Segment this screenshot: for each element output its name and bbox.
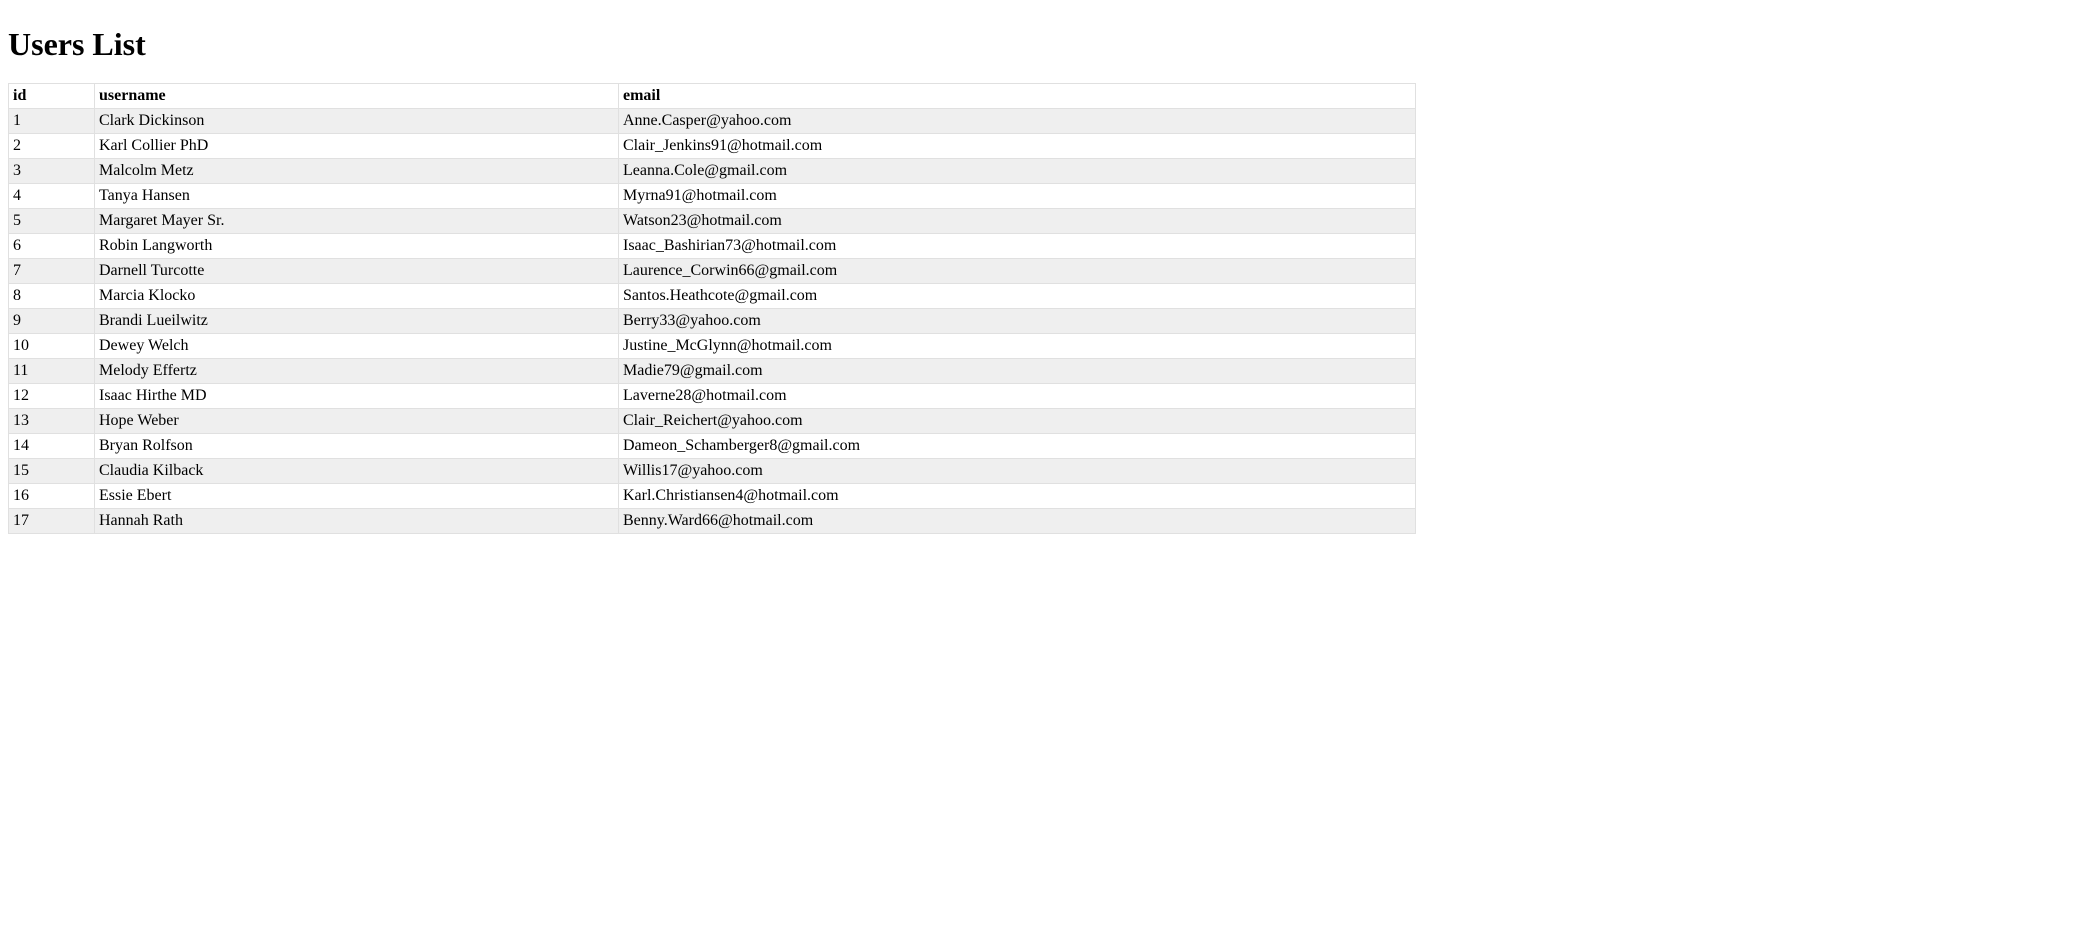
table-row: 12Isaac Hirthe MDLaverne28@hotmail.com bbox=[9, 384, 1416, 409]
cell-id: 5 bbox=[9, 209, 95, 234]
table-row: 10Dewey WelchJustine_McGlynn@hotmail.com bbox=[9, 334, 1416, 359]
page-title: Users List bbox=[8, 26, 2074, 63]
cell-email: Clair_Reichert@yahoo.com bbox=[619, 409, 1416, 434]
column-header-username: username bbox=[95, 84, 619, 109]
cell-username: Clark Dickinson bbox=[95, 109, 619, 134]
cell-id: 15 bbox=[9, 459, 95, 484]
cell-email: Dameon_Schamberger8@gmail.com bbox=[619, 434, 1416, 459]
cell-id: 11 bbox=[9, 359, 95, 384]
cell-username: Marcia Klocko bbox=[95, 284, 619, 309]
table-row: 7Darnell TurcotteLaurence_Corwin66@gmail… bbox=[9, 259, 1416, 284]
table-row: 3Malcolm MetzLeanna.Cole@gmail.com bbox=[9, 159, 1416, 184]
cell-id: 12 bbox=[9, 384, 95, 409]
cell-username: Robin Langworth bbox=[95, 234, 619, 259]
cell-id: 16 bbox=[9, 484, 95, 509]
cell-id: 10 bbox=[9, 334, 95, 359]
table-row: 13Hope WeberClair_Reichert@yahoo.com bbox=[9, 409, 1416, 434]
cell-email: Santos.Heathcote@gmail.com bbox=[619, 284, 1416, 309]
cell-email: Justine_McGlynn@hotmail.com bbox=[619, 334, 1416, 359]
cell-email: Willis17@yahoo.com bbox=[619, 459, 1416, 484]
cell-email: Clair_Jenkins91@hotmail.com bbox=[619, 134, 1416, 159]
table-row: 17Hannah RathBenny.Ward66@hotmail.com bbox=[9, 509, 1416, 534]
cell-username: Claudia Kilback bbox=[95, 459, 619, 484]
cell-username: Isaac Hirthe MD bbox=[95, 384, 619, 409]
cell-username: Dewey Welch bbox=[95, 334, 619, 359]
cell-username: Hope Weber bbox=[95, 409, 619, 434]
cell-email: Myrna91@hotmail.com bbox=[619, 184, 1416, 209]
cell-email: Madie79@gmail.com bbox=[619, 359, 1416, 384]
table-header-row: id username email bbox=[9, 84, 1416, 109]
table-row: 16Essie EbertKarl.Christiansen4@hotmail.… bbox=[9, 484, 1416, 509]
table-row: 11Melody EffertzMadie79@gmail.com bbox=[9, 359, 1416, 384]
cell-email: Laurence_Corwin66@gmail.com bbox=[619, 259, 1416, 284]
cell-email: Isaac_Bashirian73@hotmail.com bbox=[619, 234, 1416, 259]
cell-id: 9 bbox=[9, 309, 95, 334]
cell-id: 17 bbox=[9, 509, 95, 534]
table-row: 9Brandi LueilwitzBerry33@yahoo.com bbox=[9, 309, 1416, 334]
table-row: 6Robin LangworthIsaac_Bashirian73@hotmai… bbox=[9, 234, 1416, 259]
cell-username: Tanya Hansen bbox=[95, 184, 619, 209]
users-table: id username email 1Clark DickinsonAnne.C… bbox=[8, 83, 1416, 534]
column-header-email: email bbox=[619, 84, 1416, 109]
table-row: 14Bryan RolfsonDameon_Schamberger8@gmail… bbox=[9, 434, 1416, 459]
table-row: 4Tanya HansenMyrna91@hotmail.com bbox=[9, 184, 1416, 209]
cell-id: 2 bbox=[9, 134, 95, 159]
cell-email: Benny.Ward66@hotmail.com bbox=[619, 509, 1416, 534]
cell-email: Anne.Casper@yahoo.com bbox=[619, 109, 1416, 134]
cell-username: Melody Effertz bbox=[95, 359, 619, 384]
cell-email: Berry33@yahoo.com bbox=[619, 309, 1416, 334]
table-row: 2Karl Collier PhDClair_Jenkins91@hotmail… bbox=[9, 134, 1416, 159]
cell-username: Bryan Rolfson bbox=[95, 434, 619, 459]
cell-id: 4 bbox=[9, 184, 95, 209]
cell-username: Essie Ebert bbox=[95, 484, 619, 509]
cell-username: Karl Collier PhD bbox=[95, 134, 619, 159]
table-row: 5Margaret Mayer Sr.Watson23@hotmail.com bbox=[9, 209, 1416, 234]
table-row: 8Marcia KlockoSantos.Heathcote@gmail.com bbox=[9, 284, 1416, 309]
cell-username: Malcolm Metz bbox=[95, 159, 619, 184]
cell-id: 7 bbox=[9, 259, 95, 284]
cell-id: 14 bbox=[9, 434, 95, 459]
cell-email: Watson23@hotmail.com bbox=[619, 209, 1416, 234]
cell-username: Darnell Turcotte bbox=[95, 259, 619, 284]
column-header-id: id bbox=[9, 84, 95, 109]
cell-email: Leanna.Cole@gmail.com bbox=[619, 159, 1416, 184]
table-row: 1Clark DickinsonAnne.Casper@yahoo.com bbox=[9, 109, 1416, 134]
cell-username: Margaret Mayer Sr. bbox=[95, 209, 619, 234]
users-table-container: id username email 1Clark DickinsonAnne.C… bbox=[8, 83, 1416, 543]
table-row: 15Claudia KilbackWillis17@yahoo.com bbox=[9, 459, 1416, 484]
cell-id: 3 bbox=[9, 159, 95, 184]
cell-id: 8 bbox=[9, 284, 95, 309]
cell-email: Karl.Christiansen4@hotmail.com bbox=[619, 484, 1416, 509]
cell-id: 1 bbox=[9, 109, 95, 134]
cell-username: Hannah Rath bbox=[95, 509, 619, 534]
cell-id: 13 bbox=[9, 409, 95, 434]
cell-username: Brandi Lueilwitz bbox=[95, 309, 619, 334]
cell-id: 6 bbox=[9, 234, 95, 259]
cell-email: Laverne28@hotmail.com bbox=[619, 384, 1416, 409]
